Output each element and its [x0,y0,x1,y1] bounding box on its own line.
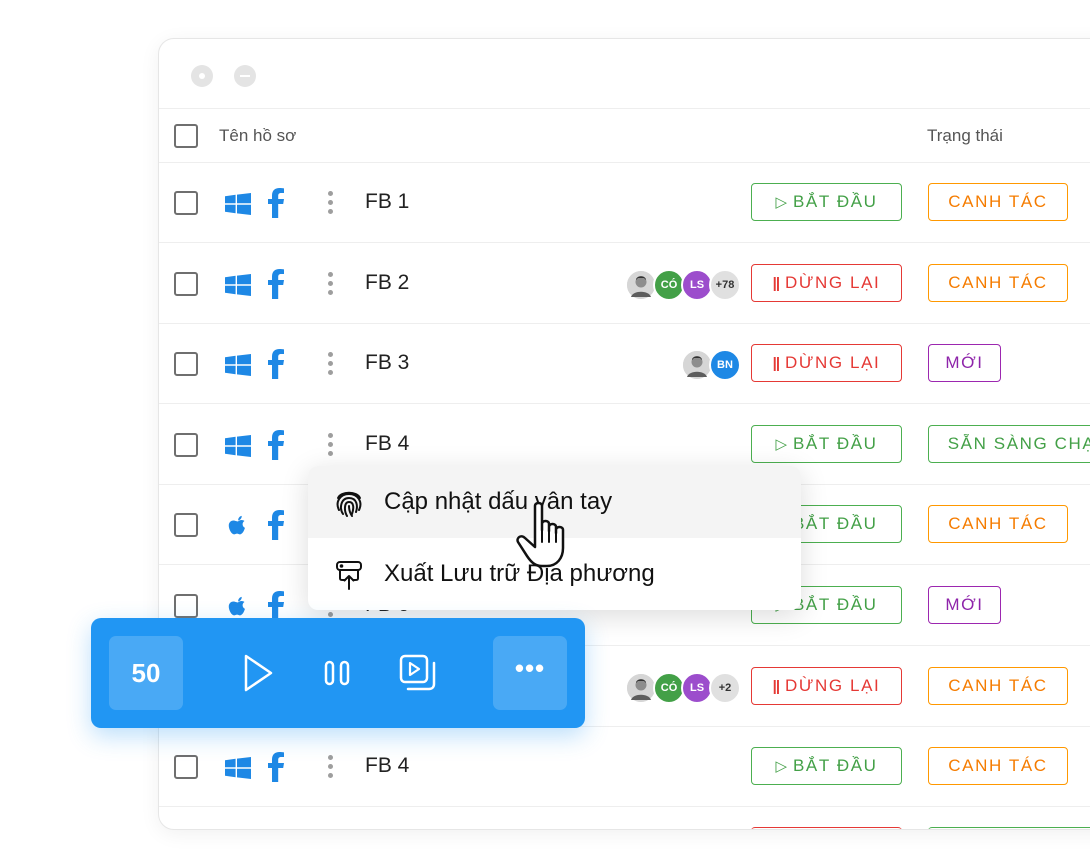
profile-name: FB 1 [365,190,410,213]
facebook-icon [266,348,288,380]
window-minimize-button[interactable] [234,65,256,87]
status-badge: MỚI [928,586,1001,624]
action-label: BẮT ĐẦU [792,514,878,534]
action-label: BẮT ĐẦU [792,756,878,776]
start-button[interactable]: ▷ BẮT ĐẦU [751,183,902,221]
pause-button[interactable] [312,648,362,698]
row-checkbox[interactable] [174,352,198,377]
start-button[interactable]: ▷ BẮT ĐẦU [751,747,902,786]
title-bar [159,39,1090,109]
table-row[interactable]: FB 1 ▷ BẮT ĐẦU CANH TÁC [159,163,1090,243]
avatar: BN [709,349,741,382]
select-all-checkbox[interactable] [174,124,198,148]
profile-name: FB 3 [365,351,410,375]
export-storage-icon [336,561,362,590]
row-menu-kebab-icon[interactable] [325,755,335,781]
status-badge: CANH TÁC [928,666,1068,705]
profile-name: FB 4 [365,754,410,778]
avatar-overflow-count: +78 [709,268,741,301]
row-menu-kebab-icon[interactable] [325,191,335,217]
hand-cursor-icon [516,501,565,568]
pause-icon: || [772,274,780,292]
facebook-icon [266,187,288,219]
row-checkbox[interactable] [174,271,198,296]
apple-icon [225,515,251,537]
stop-button[interactable]: || DỪNG LẠI [751,263,902,302]
action-label: BẮT ĐẦU [792,433,878,453]
facebook-icon [266,509,288,541]
next-row-action-peek [751,827,902,829]
facebook-icon [266,751,288,783]
row-checkbox[interactable] [174,432,198,457]
column-header-name: Tên hồ sơ [219,126,297,145]
table-row[interactable]: FB 3 BN || DỪNG LẠI MỚI [159,324,1090,405]
action-label: DỪNG LẠI [785,272,881,292]
play-button[interactable] [233,648,283,698]
play-icon: ▷ [775,194,787,211]
bulk-action-toolbar: 50 ••• [91,618,585,728]
table-header: Tên hồ sơ Trạng thái [159,109,1090,163]
windows-icon [225,273,251,296]
avatar-overflow-count: +2 [709,671,741,704]
status-badge: CANH TÁC [928,183,1068,221]
more-actions-button[interactable]: ••• [493,636,567,710]
action-label: DỪNG LẠI [785,353,881,373]
selected-count: 50 [109,636,183,710]
facebook-icon [266,268,288,300]
pause-icon: || [772,677,780,695]
stop-button[interactable]: || DỪNG LẠI [751,344,902,383]
facebook-icon [266,429,288,461]
menu-item-label: Cập nhật dấu vân tay [384,488,613,515]
table-row[interactable]: FB 2 CÓ LS +78 || DỪNG LẠI CANH TÁC [159,244,1090,324]
next-row-status-peek [928,827,1090,829]
status-badge: CANH TÁC [928,505,1068,544]
windows-icon [225,434,251,457]
shared-users-avatars[interactable]: BN [681,349,741,382]
column-header-status: Trạng thái [927,126,1003,145]
play-icon: ▷ [775,758,787,776]
windows-icon [225,193,251,215]
pause-icon: || [772,355,780,373]
action-label: BẮT ĐẦU [792,595,878,614]
profile-name: FB 4 [365,431,410,455]
row-menu-kebab-icon[interactable] [325,352,335,378]
action-label: DỪNG LẠI [785,675,881,695]
stop-button[interactable]: || DỪNG LẠI [751,666,902,705]
row-checkbox[interactable] [174,755,198,780]
row-checkbox[interactable] [174,513,198,538]
shared-users-avatars[interactable]: CÓ LS +2 [625,671,741,704]
shared-users-avatars[interactable]: CÓ LS +78 [625,268,741,301]
start-button[interactable]: ▷ BẮT ĐẦU [751,424,902,463]
windows-icon [225,354,251,377]
profile-name: FB 2 [365,270,410,294]
row-checkbox[interactable] [174,594,198,618]
row-checkbox[interactable] [174,191,198,215]
status-badge: MỚI [928,344,1001,383]
status-badge: SẴN SÀNG CHẠY [928,424,1090,463]
status-badge: CANH TÁC [928,263,1068,302]
open-windows-button[interactable] [393,648,443,698]
fingerprint-icon [336,491,362,517]
status-badge: CANH TÁC [928,747,1068,786]
play-icon: ▷ [775,435,787,453]
action-label: BẮT ĐẦU [792,192,878,211]
windows-icon [225,757,251,780]
row-menu-kebab-icon[interactable] [325,432,335,459]
table-row[interactable]: FB 4 ▷ BẮT ĐẦU CANH TÁC [159,727,1090,808]
row-menu-kebab-icon[interactable] [325,271,335,298]
apple-icon [225,596,251,618]
window-close-button[interactable] [191,65,213,87]
